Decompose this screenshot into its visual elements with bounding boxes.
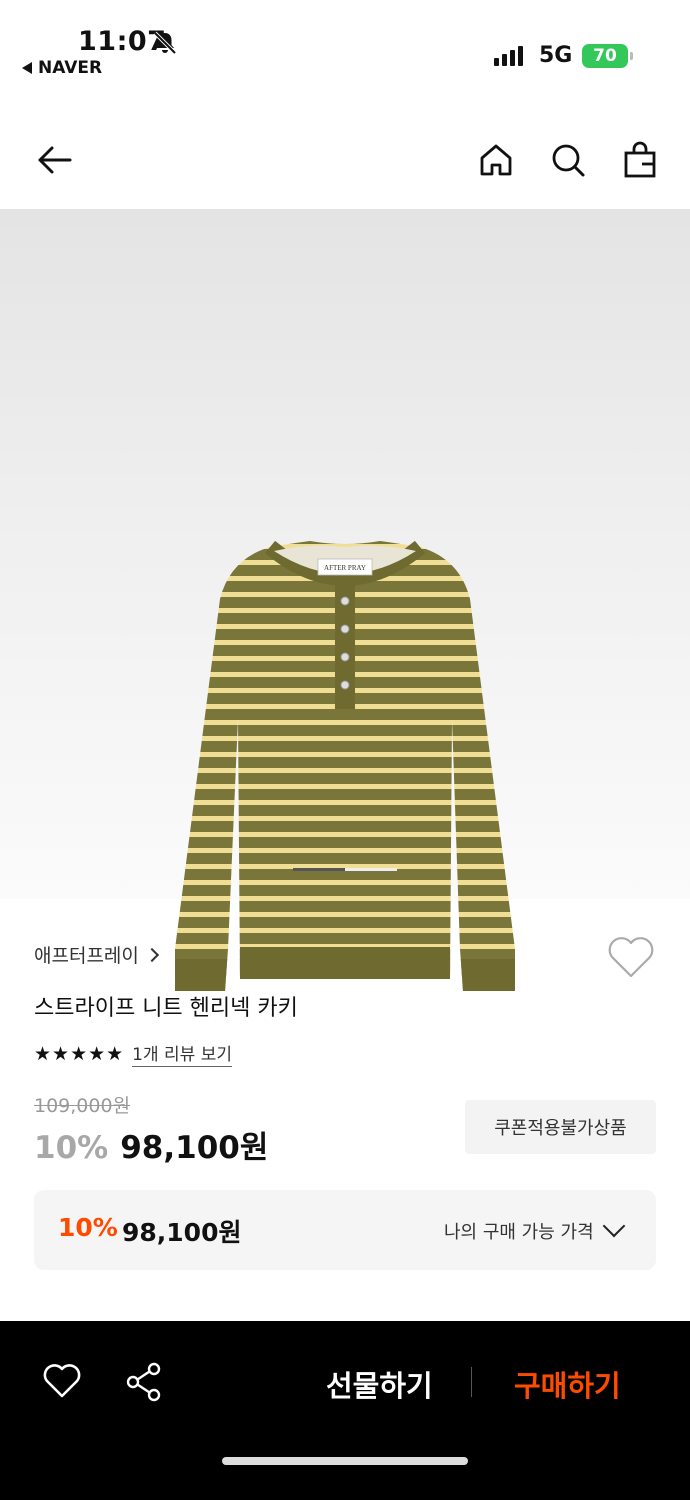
search-icon: [552, 144, 585, 177]
cart-button[interactable]: [616, 136, 664, 184]
image-pager: [293, 868, 397, 871]
share-icon[interactable]: [124, 1361, 164, 1403]
star-rating-icon: ★★★★★: [34, 1042, 125, 1065]
my-discount-rate: 10%: [58, 1213, 118, 1242]
back-triangle-icon: [22, 62, 32, 74]
coupon-badge: 쿠폰적용불가상품: [465, 1100, 656, 1154]
signal-icon: [494, 44, 523, 66]
discount-rate: 10%: [34, 1130, 109, 1166]
search-button[interactable]: [544, 136, 592, 184]
battery-level: 70: [593, 46, 617, 66]
my-price-dropdown[interactable]: 10% 98,100원 나의 구매 가능 가격: [34, 1190, 656, 1270]
chevron-down-icon: [602, 1214, 626, 1238]
app-header: [0, 120, 690, 200]
home-button[interactable]: [472, 136, 520, 184]
back-to-app-button[interactable]: NAVER: [22, 58, 102, 78]
gift-button[interactable]: 선물하기: [326, 1363, 433, 1405]
home-indicator[interactable]: [222, 1457, 468, 1465]
wishlist-heart-icon[interactable]: [42, 1363, 82, 1399]
brand-link[interactable]: 애프터프레이: [34, 941, 159, 968]
my-price-amount: 98,100원: [122, 1218, 242, 1247]
home-icon: [480, 144, 512, 176]
battery-icon: 70: [582, 44, 633, 68]
original-price: 109,000원: [34, 1095, 131, 1117]
garment-brand-label: AFTER PRAY: [324, 564, 366, 572]
bottom-action-bar: 선물하기 구매하기: [0, 1321, 690, 1500]
price-row: 10% 98,100원: [34, 1122, 268, 1167]
status-bar: 11:07 NAVER 5G 70: [0, 0, 690, 100]
my-price-label: 나의 구매 가능 가격: [444, 1222, 594, 1243]
brand-name: 애프터프레이: [34, 945, 139, 967]
back-arrow-icon: [38, 146, 72, 174]
back-button[interactable]: [30, 136, 78, 184]
product-photo-sweater: AFTER PRAY: [175, 540, 515, 991]
review-link[interactable]: 1개 리뷰 보기: [132, 1040, 232, 1067]
product-title: 스트라이프 니트 헨리넥 카키: [34, 996, 298, 1021]
rating-row: ★★★★★ 1개 리뷰 보기: [34, 1040, 232, 1067]
divider: [471, 1367, 472, 1397]
bell-muted-icon: [153, 31, 177, 55]
shopping-bag-icon: [624, 141, 656, 178]
pager-active-segment: [293, 868, 345, 871]
product-image[interactable]: AFTER PRAY: [0, 209, 690, 991]
chevron-right-icon: [144, 947, 159, 962]
back-app-label: NAVER: [38, 58, 103, 78]
sale-price: 98,100원: [120, 1130, 269, 1166]
network-type: 5G: [539, 43, 573, 68]
buy-button[interactable]: 구매하기: [514, 1363, 621, 1405]
wishlist-heart-icon[interactable]: [606, 934, 656, 980]
